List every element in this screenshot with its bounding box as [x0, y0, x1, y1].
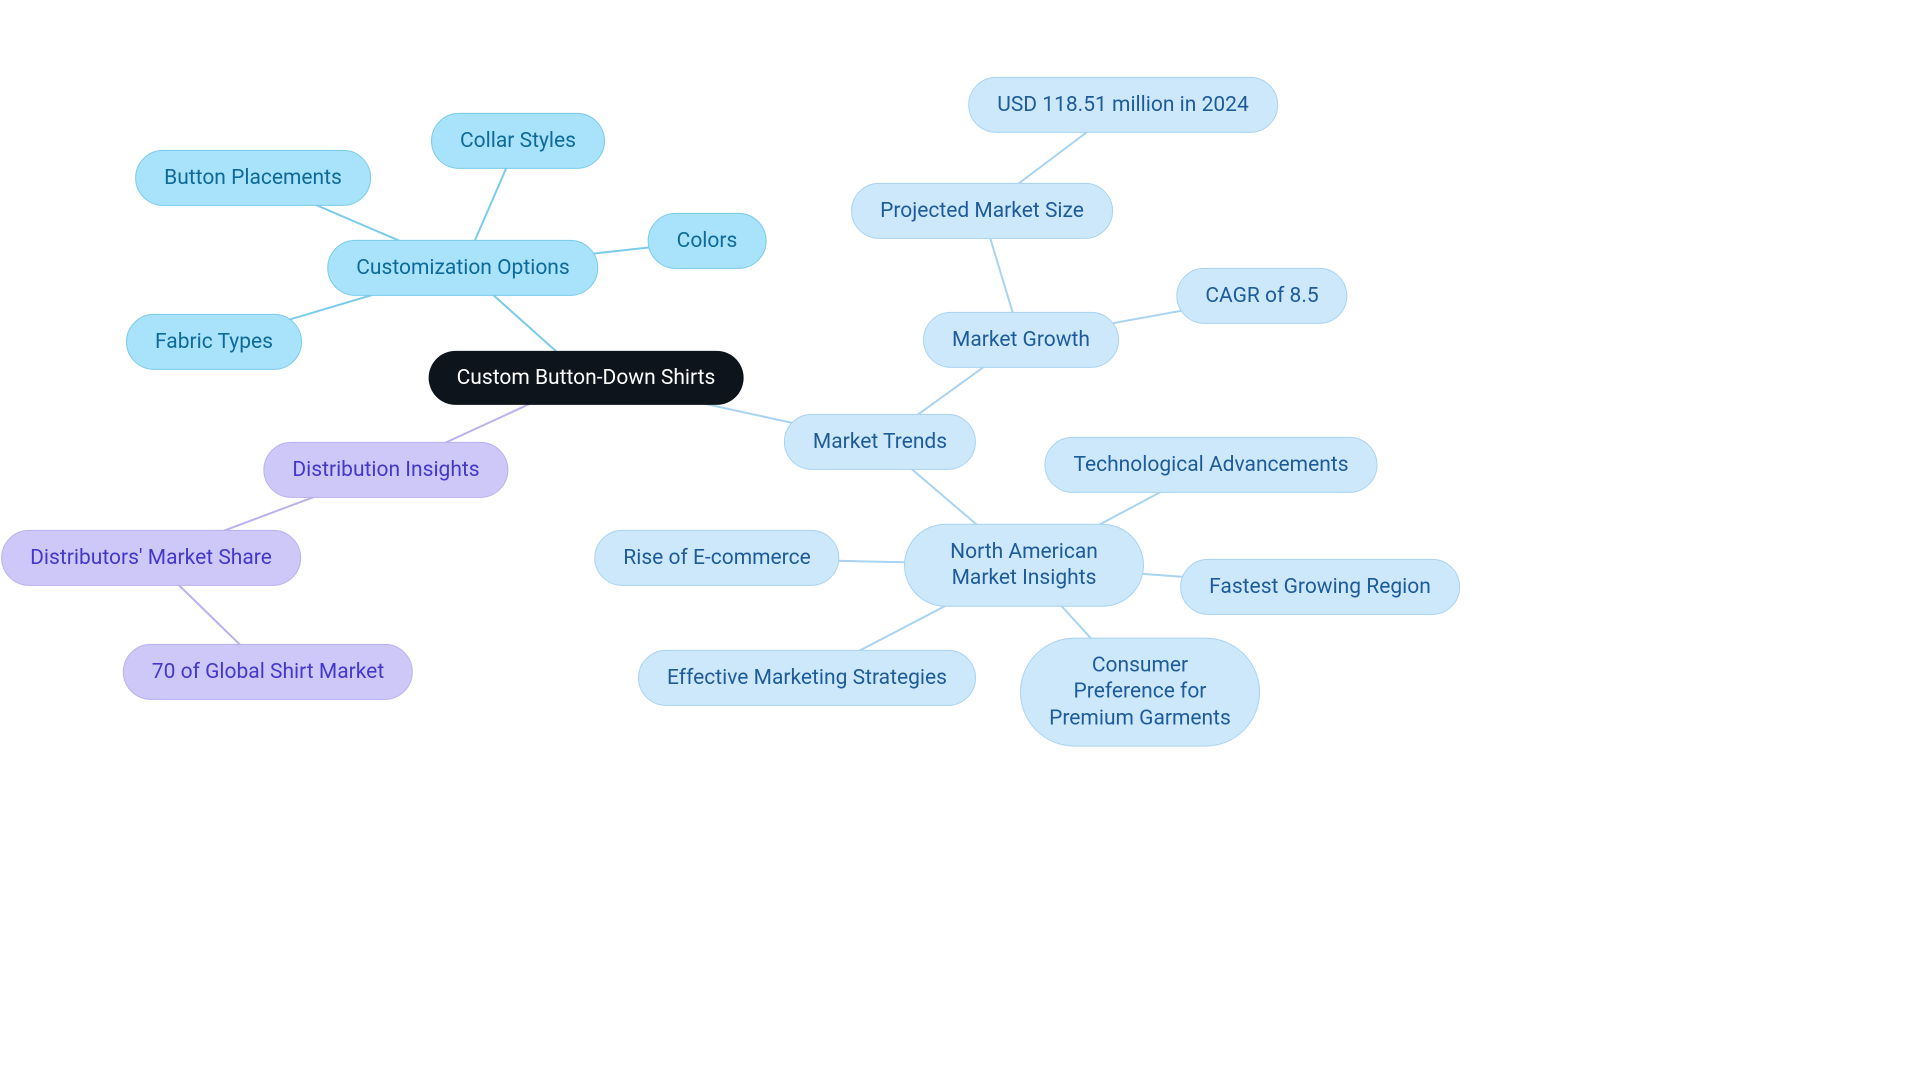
market-trends-label: Market Trends: [813, 429, 947, 455]
premium-node[interactable]: Consumer Preference for Premium Garments: [1020, 638, 1260, 747]
mindmap-canvas: Custom Button-Down Shirts Customization …: [0, 0, 1920, 1083]
distribution-node[interactable]: Distribution Insights: [263, 442, 508, 498]
marketing-node[interactable]: Effective Marketing Strategies: [638, 650, 976, 706]
ecommerce-node[interactable]: Rise of E-commerce: [594, 530, 839, 586]
na-insights-node[interactable]: North American Market Insights: [904, 524, 1144, 607]
customization-label: Customization Options: [356, 255, 569, 281]
projected-size-node[interactable]: Projected Market Size: [851, 183, 1113, 239]
market-share-label: Distributors' Market Share: [30, 545, 272, 571]
market-growth-node[interactable]: Market Growth: [923, 312, 1119, 368]
ecommerce-label: Rise of E-commerce: [623, 545, 810, 571]
collar-styles-node[interactable]: Collar Styles: [431, 113, 605, 169]
button-placements-label: Button Placements: [164, 165, 342, 191]
usd-label: USD 118.51 million in 2024: [997, 92, 1249, 118]
fastest-node[interactable]: Fastest Growing Region: [1180, 559, 1460, 615]
tech-node[interactable]: Technological Advancements: [1044, 437, 1377, 493]
root-node[interactable]: Custom Button-Down Shirts: [429, 351, 744, 405]
distribution-label: Distribution Insights: [292, 457, 479, 483]
tech-label: Technological Advancements: [1073, 452, 1348, 478]
fastest-label: Fastest Growing Region: [1209, 574, 1431, 600]
usd-node[interactable]: USD 118.51 million in 2024: [968, 77, 1278, 133]
colors-node[interactable]: Colors: [648, 213, 767, 269]
button-placements-node[interactable]: Button Placements: [135, 150, 371, 206]
customization-node[interactable]: Customization Options: [327, 240, 598, 296]
cagr-node[interactable]: CAGR of 8.5: [1176, 268, 1347, 324]
market-share-node[interactable]: Distributors' Market Share: [1, 530, 301, 586]
cagr-label: CAGR of 8.5: [1205, 283, 1318, 309]
root-label: Custom Button-Down Shirts: [457, 365, 716, 391]
market-trends-node[interactable]: Market Trends: [784, 414, 976, 470]
market-growth-label: Market Growth: [952, 327, 1090, 353]
fabric-types-node[interactable]: Fabric Types: [126, 314, 302, 370]
projected-size-label: Projected Market Size: [880, 198, 1084, 224]
collar-styles-label: Collar Styles: [460, 128, 576, 154]
colors-label: Colors: [677, 228, 738, 254]
global-70-label: 70 of Global Shirt Market: [152, 659, 384, 685]
fabric-types-label: Fabric Types: [155, 329, 273, 355]
global-70-node[interactable]: 70 of Global Shirt Market: [123, 644, 413, 700]
premium-label: Consumer Preference for Premium Garments: [1049, 653, 1231, 732]
marketing-label: Effective Marketing Strategies: [667, 665, 947, 691]
na-insights-label: North American Market Insights: [933, 539, 1115, 592]
